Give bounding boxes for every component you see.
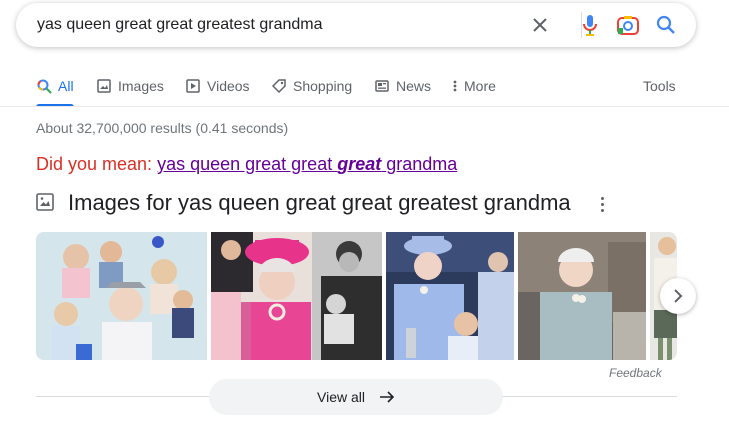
view-all-button[interactable]: View all xyxy=(209,379,503,415)
tab-videos[interactable]: Videos xyxy=(185,76,250,96)
images-section-header: Images for yas queen great great greates… xyxy=(36,190,571,216)
search-icon xyxy=(36,78,52,94)
image-carousel xyxy=(36,232,677,360)
image-icon xyxy=(96,78,112,94)
image-thumbnail[interactable] xyxy=(518,232,646,360)
did-you-mean-link[interactable]: yas queen great great great grandma xyxy=(157,154,457,174)
result-stats: About 32,700,000 results (0.41 seconds) xyxy=(36,120,289,136)
images-section-title: Images for yas queen great great greates… xyxy=(68,190,571,215)
tab-label: Images xyxy=(118,78,164,94)
chevron-right-icon xyxy=(672,289,684,303)
tab-more[interactable]: More xyxy=(452,76,496,96)
image-thumbnail[interactable] xyxy=(211,232,382,360)
search-bar[interactable]: yas queen great great greatest grandma xyxy=(16,3,696,47)
did-you-mean: Did you mean: yas queen great great grea… xyxy=(36,154,457,175)
arrow-right-icon xyxy=(379,390,395,404)
microphone-icon[interactable] xyxy=(578,13,602,37)
carousel-next-button[interactable] xyxy=(660,278,696,314)
tab-shopping[interactable]: Shopping xyxy=(271,76,352,96)
tools-label: Tools xyxy=(643,78,676,94)
tab-label: Shopping xyxy=(293,78,353,94)
newspaper-icon xyxy=(374,78,390,94)
search-input[interactable]: yas queen great great greatest grandma xyxy=(37,16,323,34)
suggestion-correction: great xyxy=(337,154,382,174)
image-icon xyxy=(36,193,56,213)
did-you-mean-label: Did you mean: xyxy=(36,154,153,174)
tabs-divider xyxy=(0,106,729,107)
tab-news[interactable]: News xyxy=(374,76,431,96)
clear-icon[interactable] xyxy=(528,13,552,37)
dots-vertical-icon xyxy=(452,78,458,94)
tab-all[interactable]: All xyxy=(36,76,74,107)
search-tabs: All Images Videos Shopping News More Too… xyxy=(36,76,716,107)
image-thumbnail[interactable] xyxy=(386,232,514,360)
more-options-icon[interactable] xyxy=(594,194,610,214)
suggestion-text: yas queen great great xyxy=(157,154,333,174)
tab-images[interactable]: Images xyxy=(96,76,164,96)
camera-lens-icon[interactable] xyxy=(616,13,640,37)
feedback-link[interactable]: Feedback xyxy=(609,366,662,380)
search-icon[interactable] xyxy=(654,13,678,37)
play-icon xyxy=(185,78,201,94)
tab-label: All xyxy=(58,78,74,94)
tab-label: News xyxy=(396,78,432,94)
tab-label: Videos xyxy=(207,78,250,94)
tools-button[interactable]: Tools xyxy=(643,76,676,96)
view-all-label: View all xyxy=(317,389,365,405)
image-thumbnail[interactable] xyxy=(36,232,207,360)
suggestion-text-end: grandma xyxy=(386,154,458,174)
tag-icon xyxy=(271,78,287,94)
tab-label: More xyxy=(464,78,496,94)
